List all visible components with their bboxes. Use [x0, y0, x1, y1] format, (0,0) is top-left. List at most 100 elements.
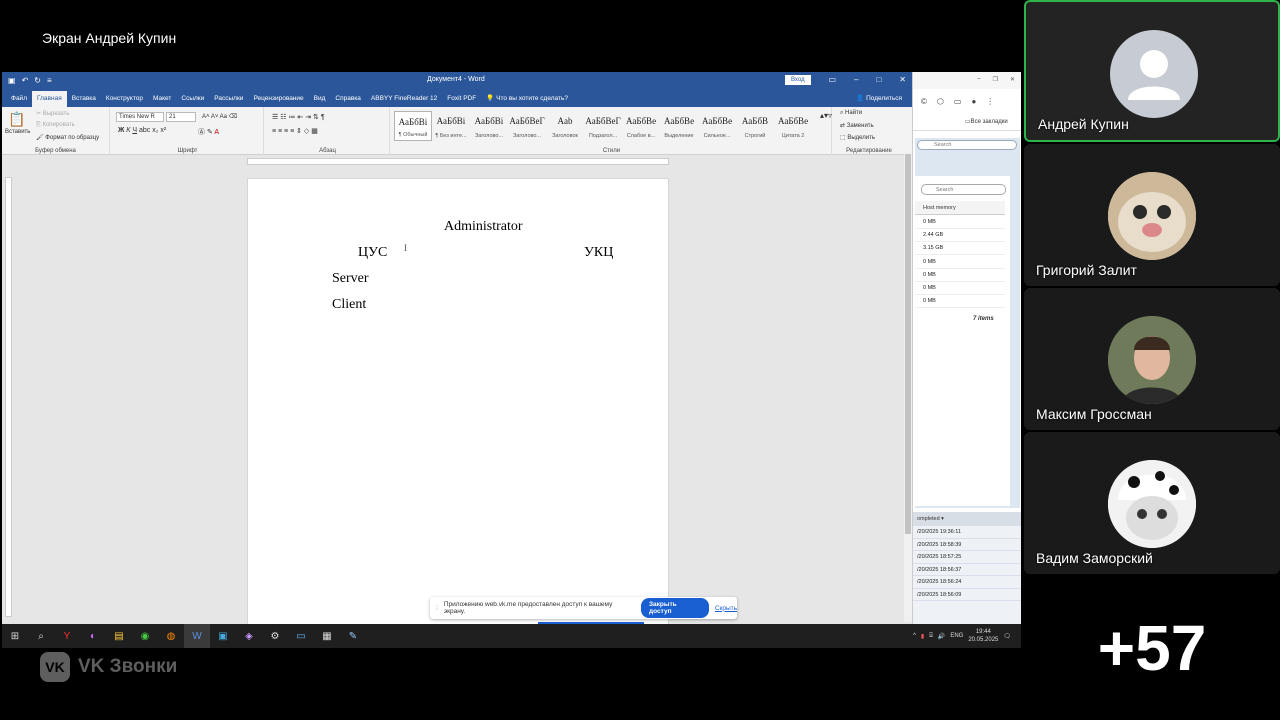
- tell-me-search[interactable]: 💡 Что вы хотите сделать?: [481, 94, 573, 107]
- task-row[interactable]: /20/2025 18:57:25: [913, 551, 1021, 564]
- remote-desktop-icon[interactable]: ▭: [288, 624, 314, 648]
- tasks-status-header[interactable]: ompleted ▾: [913, 512, 1021, 526]
- replace-button[interactable]: ⇄ Заменить: [840, 122, 874, 129]
- paste-icon[interactable]: 📋: [8, 111, 25, 128]
- share-button[interactable]: 👤 Поделиться: [856, 94, 902, 102]
- ribbon-display-icon[interactable]: ▭: [828, 75, 836, 84]
- style-item[interactable]: АаБбВі ¶ Обычный: [394, 111, 432, 141]
- search-icon[interactable]: ⌕: [28, 624, 54, 648]
- tab-mailings[interactable]: Рассылки: [209, 95, 248, 107]
- browser-refresh-icon[interactable]: ©: [921, 97, 927, 106]
- tab-insert[interactable]: Вставка: [67, 95, 101, 107]
- menu-icon[interactable]: ⋮: [986, 97, 994, 106]
- chrome-icon[interactable]: ◉: [132, 624, 158, 648]
- list-icons[interactable]: ☰ ☷ ≔ ⇤ ⇥ ⇅ ¶: [272, 113, 325, 121]
- table-row[interactable]: 0 MB: [915, 295, 1005, 309]
- find-button[interactable]: ⌕ Найти: [840, 110, 862, 117]
- notifications-icon[interactable]: 🗨: [1003, 633, 1011, 640]
- tab-design[interactable]: Конструктор: [101, 95, 148, 107]
- vertical-ruler[interactable]: [5, 177, 12, 617]
- format-painter-button[interactable]: 🖌 Формат по образцу: [36, 134, 99, 141]
- scrollbar-thumb[interactable]: [905, 154, 911, 534]
- yandex-icon[interactable]: Y: [54, 624, 80, 648]
- close-icon[interactable]: ✕: [899, 75, 906, 84]
- app-icon[interactable]: ◐: [80, 624, 106, 648]
- select-button[interactable]: ⬚ Выделить: [840, 134, 875, 141]
- vertical-scrollbar[interactable]: [904, 152, 912, 622]
- style-item[interactable]: АаБбВеГ Заголово...: [508, 111, 546, 141]
- style-item[interactable]: АаБбВі ¶ Без инте...: [432, 111, 470, 141]
- table-row[interactable]: 2.44 GB: [915, 229, 1005, 243]
- more-participants-count[interactable]: +57: [1024, 576, 1280, 720]
- style-item[interactable]: Aab Заголовок: [546, 111, 584, 141]
- font-size-box[interactable]: 21: [166, 112, 196, 122]
- network-icon[interactable]: ⌸: [929, 633, 933, 640]
- input-language[interactable]: ENG: [950, 633, 963, 639]
- task-row[interactable]: /20/2025 18:56:24: [913, 576, 1021, 589]
- panel-search-input[interactable]: Search: [921, 184, 1006, 195]
- profile-icon[interactable]: ●: [971, 97, 976, 106]
- tab-review[interactable]: Рецензирование: [248, 95, 308, 107]
- customize-qa-icon[interactable]: ≡: [47, 76, 52, 85]
- style-item[interactable]: АаБбВе Слабое в...: [622, 111, 660, 141]
- app-window-icon[interactable]: ▣: [210, 624, 236, 648]
- task-row[interactable]: /20/2025 18:56:09: [913, 589, 1021, 601]
- font-grow-shrink-icons[interactable]: A˄ A˅ Aa ⌫: [202, 113, 237, 120]
- participant-tile[interactable]: Вадим Заморский: [1024, 432, 1280, 574]
- paste-button[interactable]: Вставить: [5, 129, 30, 135]
- document-page[interactable]: Administrator ЦУС I УКЦ Server Client: [247, 178, 669, 628]
- bold-italic-underline-icons[interactable]: Ж К Ч abc x₂ x²: [118, 127, 166, 134]
- host-memory-column-header[interactable]: Host memory: [915, 201, 1005, 215]
- style-item[interactable]: АаБбВі Заголово...: [470, 111, 508, 141]
- tab-layout[interactable]: Макет: [148, 95, 176, 107]
- drag-handle-icon[interactable]: ⁞: [436, 605, 438, 612]
- tab-home[interactable]: Главная: [31, 91, 67, 107]
- task-row[interactable]: /20/2025 19:36:11: [913, 526, 1021, 539]
- minimize-icon[interactable]: –: [977, 76, 980, 85]
- styles-scroll-icon[interactable]: ▴▾▿: [820, 111, 832, 120]
- restore-icon[interactable]: ❐: [993, 76, 998, 85]
- tab-references[interactable]: Ссылки: [176, 95, 209, 107]
- task-row[interactable]: /20/2025 18:56:37: [913, 564, 1021, 576]
- redo-icon[interactable]: ↻: [34, 76, 41, 85]
- copy-button[interactable]: ⎘ Копировать: [36, 122, 75, 129]
- sign-in-button[interactable]: Вход: [785, 75, 811, 85]
- style-item[interactable]: АаБбВе Сильное...: [698, 111, 736, 141]
- word-icon[interactable]: W: [184, 624, 210, 648]
- tab-view[interactable]: Вид: [309, 95, 331, 107]
- volume-icon[interactable]: 🔊: [938, 633, 945, 640]
- text-effects-icons[interactable]: Ⓐ ✎ A: [198, 127, 219, 137]
- maximize-icon[interactable]: □: [876, 75, 881, 84]
- minimize-icon[interactable]: –: [854, 75, 858, 84]
- hide-banner-link[interactable]: Скрыть: [715, 605, 737, 612]
- tab-abbyy[interactable]: ABBYY FineReader 12: [366, 95, 442, 107]
- media-icon[interactable]: ◈: [236, 624, 262, 648]
- table-row[interactable]: 0 MB: [915, 269, 1005, 282]
- close-icon[interactable]: ✕: [1010, 76, 1015, 85]
- undo-icon[interactable]: ↶: [22, 76, 29, 85]
- calculator-icon[interactable]: ▦: [314, 624, 340, 648]
- tab-foxit[interactable]: Foxit PDF: [442, 95, 481, 107]
- table-row[interactable]: 3.15 GB: [915, 242, 1005, 256]
- participant-tile[interactable]: Андрей Купин: [1024, 0, 1280, 142]
- cut-button[interactable]: ✂ Вырезать: [36, 110, 69, 117]
- align-icons[interactable]: ≡ ≡ ≡ ≡ ⇕ ◇ ▦: [272, 127, 318, 135]
- table-row[interactable]: 0 MB: [915, 282, 1005, 295]
- firefox-icon[interactable]: ◍: [158, 624, 184, 648]
- system-clock[interactable]: 19:44 20.05.2025: [968, 628, 998, 644]
- recording-icon[interactable]: ▮: [921, 633, 924, 640]
- stop-sharing-button[interactable]: Закрыть доступ: [640, 598, 709, 618]
- participant-tile[interactable]: Максим Гроссман: [1024, 288, 1280, 430]
- start-icon[interactable]: ⊞: [2, 624, 28, 648]
- file-explorer-icon[interactable]: ▤: [106, 624, 132, 648]
- tab-help[interactable]: Справка: [330, 95, 366, 107]
- font-name-box[interactable]: Times New R: [116, 112, 164, 122]
- style-item[interactable]: АаБбВе Цитата 2: [774, 111, 812, 141]
- notepad-icon[interactable]: ✎: [340, 624, 366, 648]
- horizontal-ruler[interactable]: [247, 158, 669, 165]
- all-bookmarks[interactable]: Все закладки: [971, 119, 1008, 125]
- save-icon[interactable]: ▣: [8, 76, 16, 85]
- style-item[interactable]: АаБбВ Строгий: [736, 111, 774, 141]
- style-item[interactable]: АаБбВеГ Подзагол...: [584, 111, 622, 141]
- tray-up-icon[interactable]: ^: [913, 633, 916, 639]
